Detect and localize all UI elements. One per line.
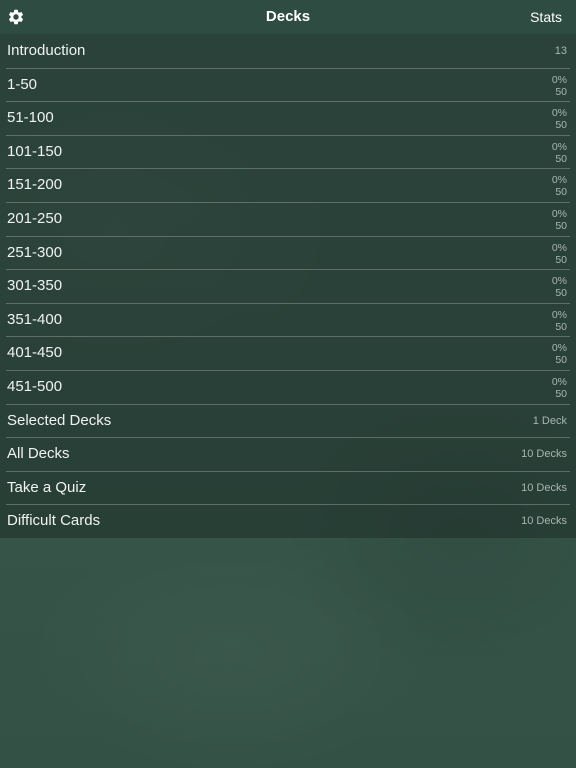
deck-count: 10 Decks	[521, 515, 567, 528]
deck-row[interactable]: 251-300 0% 50	[0, 235, 576, 270]
option-label: Difficult Cards	[7, 512, 101, 530]
selected-decks-row[interactable]: Selected Decks 1 Deck	[0, 403, 576, 438]
deck-label: 401-450	[7, 344, 63, 362]
deck-progress: 0%	[551, 207, 567, 220]
deck-progress: 0%	[551, 241, 567, 254]
deck-label: 1-50	[7, 75, 38, 93]
deck-label: 51-100	[7, 109, 54, 127]
deck-count: 10 Decks	[521, 448, 567, 461]
deck-row[interactable]: 151-200 0% 50	[0, 168, 576, 202]
deck-progress: 0%	[551, 174, 567, 187]
card-count: 50	[555, 186, 567, 199]
all-decks-row[interactable]: All Decks 10 Decks	[0, 437, 576, 471]
navigation-bar: Decks Stats	[0, 0, 576, 34]
deck-progress: 0%	[551, 107, 567, 120]
deck-progress: 0%	[551, 73, 567, 86]
option-label: Selected Decks	[7, 411, 112, 429]
deck-row[interactable]: 51-100 0% 50	[0, 101, 576, 135]
card-count: 50	[555, 253, 567, 266]
deck-label: 201-250	[7, 209, 63, 227]
deck-count: 1 Deck	[532, 414, 567, 427]
deck-row[interactable]: 301-350 0% 50	[0, 269, 576, 303]
deck-label: 301-350	[7, 277, 63, 295]
deck-row[interactable]: 451-500 0% 50	[0, 369, 576, 404]
deck-label: 451-500	[7, 377, 63, 395]
deck-label: 251-300	[7, 243, 63, 261]
option-label: All Decks	[7, 445, 70, 463]
take-quiz-row[interactable]: Take a Quiz 10 Decks	[0, 470, 576, 505]
deck-row[interactable]: 1-50 0% 50	[0, 67, 576, 102]
deck-label: 151-200	[7, 176, 63, 194]
deck-label: Introduction	[7, 42, 86, 59]
card-count: 50	[555, 85, 567, 98]
deck-label: 351-400	[7, 310, 63, 328]
card-count: 50	[555, 119, 567, 132]
deck-row[interactable]: 101-150 0% 50	[0, 134, 576, 169]
deck-row[interactable]: 201-250 0% 50	[0, 201, 576, 236]
card-count: 50	[555, 320, 567, 333]
deck-list: Introduction 13 1-50 0% 50 51-100 0% 50 …	[0, 34, 576, 538]
card-count: 50	[555, 152, 567, 165]
deck-row-introduction[interactable]: Introduction 13	[0, 34, 576, 68]
deck-label: 101-150	[7, 142, 63, 160]
card-count: 50	[555, 219, 567, 232]
deck-progress: 0%	[551, 375, 567, 388]
card-count: 50	[555, 354, 567, 367]
deck-row[interactable]: 401-450 0% 50	[0, 336, 576, 370]
card-count: 50	[555, 287, 567, 300]
stats-button[interactable]: Stats	[530, 0, 562, 34]
page-title: Decks	[265, 8, 311, 25]
deck-progress: 0%	[551, 308, 567, 321]
deck-row[interactable]: 351-400 0% 50	[0, 302, 576, 337]
option-label: Take a Quiz	[7, 478, 87, 496]
deck-progress: 0%	[551, 275, 567, 288]
card-count: 13	[554, 45, 567, 57]
difficult-cards-row[interactable]: Difficult Cards 10 Decks	[0, 504, 576, 538]
deck-progress: 0%	[551, 140, 567, 153]
gear-icon[interactable]	[7, 8, 25, 26]
deck-progress: 0%	[551, 342, 567, 355]
card-count: 50	[555, 387, 567, 400]
deck-count: 10 Decks	[521, 481, 567, 494]
